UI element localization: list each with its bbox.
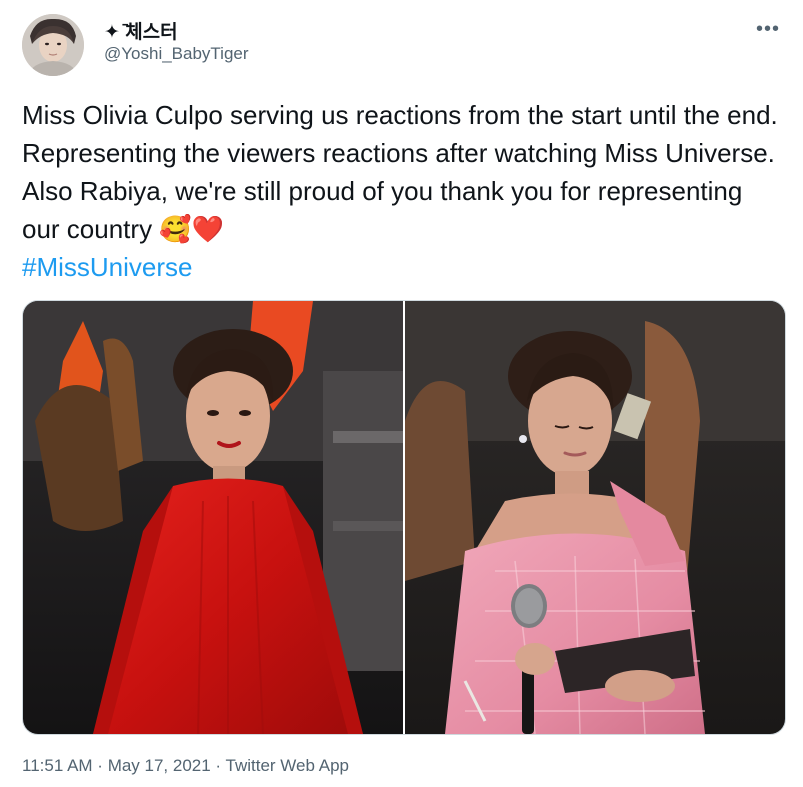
tweet-card: ✦ ̄체스터 @Yoshi_BabyTiger ••• Miss Olivia … [0,0,803,787]
author-avatar[interactable] [22,14,84,76]
author-handle[interactable]: @Yoshi_BabyTiger [104,44,249,64]
hashtag-link[interactable]: #MissUniverse [22,252,193,282]
meta-separator: · [92,756,108,775]
tweet-time[interactable]: 11:51 AM [22,756,93,775]
smiling-face-with-hearts-emoji: 🥰 [159,214,192,244]
avatar-image [22,14,84,76]
photo-right[interactable] [405,301,785,734]
photo-right-image [405,301,785,734]
tweet-text: Miss Olivia Culpo serving us reactions f… [22,96,782,286]
meta-separator: · [210,756,226,775]
author-display-name[interactable]: ✦ ̄체스터 [104,17,178,44]
red-heart-emoji: ❤️ [191,214,225,244]
tweet-meta: 11:51 AM · May 17, 2021 · Twitter Web Ap… [22,756,349,776]
tweet-source[interactable]: Twitter Web App [226,756,349,775]
tweet-date[interactable]: May 17, 2021 [108,756,211,775]
more-options-icon[interactable]: ••• [753,14,783,44]
media-grid [22,300,786,735]
tweet-text-main: Miss Olivia Culpo serving us reactions f… [22,100,778,244]
photo-left-image [23,301,403,734]
photo-left[interactable] [23,301,403,734]
